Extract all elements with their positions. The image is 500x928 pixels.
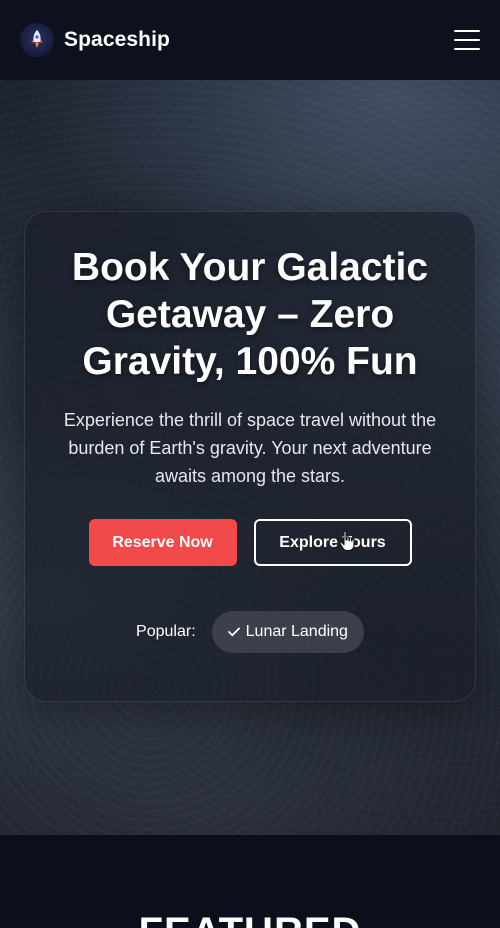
popular-chip-lunar-landing[interactable]: Lunar Landing [211, 611, 364, 653]
hand-cursor-icon [338, 530, 355, 552]
explore-tours-label: Explore Tours [279, 533, 386, 551]
page: Spaceship Book Your Galactic Getaway – Z… [0, 0, 500, 928]
hero-subtitle: Experience the thrill of space travel wi… [63, 410, 437, 486]
chip-label: Lunar Landing [245, 623, 348, 640]
site-header: Spaceship [0, 0, 500, 80]
popular-row: Popular: Lunar Landing [53, 611, 447, 653]
featured-heading: FEATURED [0, 908, 500, 928]
check-icon [227, 627, 240, 637]
hero-section: Book Your Galactic Getaway – Zero Gravit… [0, 80, 500, 835]
hamburger-menu-icon[interactable] [454, 30, 480, 50]
brand-name: Spaceship [64, 28, 170, 51]
rocket-icon [20, 23, 54, 57]
hero-actions: Reserve Now Explore Tours [53, 519, 447, 566]
featured-section: FEATURED [0, 835, 500, 928]
explore-tours-button[interactable]: Explore Tours [253, 519, 412, 566]
reserve-now-button[interactable]: Reserve Now [88, 519, 237, 566]
hero-title: Book Your Galactic Getaway – Zero Gravit… [71, 246, 429, 383]
hero-card: Book Your Galactic Getaway – Zero Gravit… [24, 211, 476, 702]
popular-label: Popular: [136, 623, 196, 640]
brand[interactable]: Spaceship [20, 23, 170, 57]
